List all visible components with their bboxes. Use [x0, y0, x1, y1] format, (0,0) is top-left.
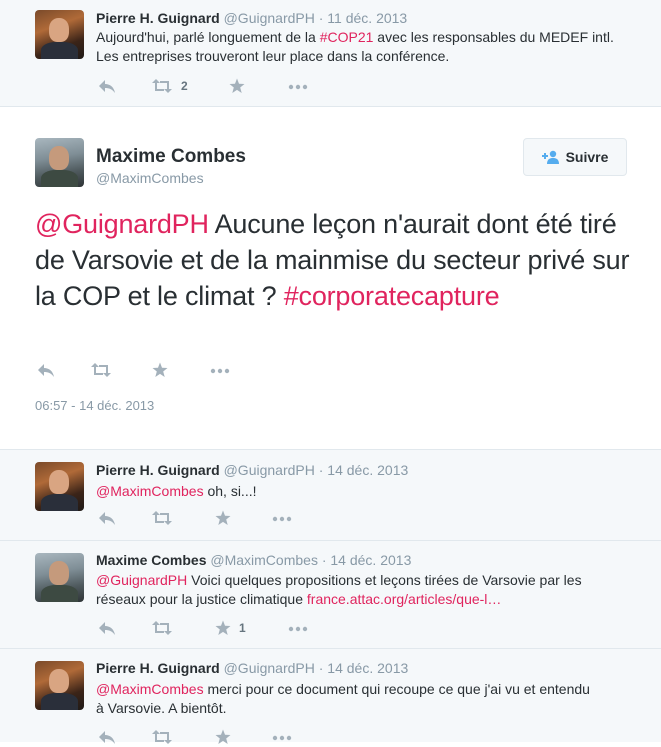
- tweet-3[interactable]: Pierre H. Guignard @GuignardPH · 14 déc.…: [0, 450, 661, 541]
- retweet-icon[interactable]: [152, 78, 172, 94]
- reply-icon[interactable]: [37, 362, 55, 378]
- reply-icon[interactable]: [98, 510, 116, 526]
- hashtag-link[interactable]: #corporatecapture: [284, 281, 500, 311]
- more-icon[interactable]: [288, 78, 308, 94]
- tweet-date[interactable]: · 14 déc. 2013: [322, 552, 412, 568]
- retweet-icon[interactable]: [91, 362, 111, 378]
- favorite-icon[interactable]: [215, 729, 231, 745]
- mention-link[interactable]: @GuignardPH: [35, 209, 209, 239]
- reply-icon[interactable]: [98, 729, 116, 745]
- url-link[interactable]: france.attac.org/articles/que-l…: [307, 591, 502, 607]
- author-handle[interactable]: @GuignardPH: [224, 10, 315, 26]
- tweet-text: @MaximCombes merci pour ce document qui …: [96, 681, 590, 716]
- reply-icon[interactable]: [98, 620, 116, 636]
- favorite-icon[interactable]: [215, 620, 231, 636]
- author-handle[interactable]: @GuignardPH: [224, 462, 315, 478]
- tweet-text: @MaximCombes oh, si...!: [96, 483, 257, 499]
- reply-icon[interactable]: [98, 78, 116, 94]
- author-handle[interactable]: @MaximCombes: [210, 552, 318, 568]
- tweet-header: Pierre H. Guignard @GuignardPH · 14 déc.…: [96, 462, 408, 478]
- author-name[interactable]: Maxime Combes: [96, 552, 206, 568]
- tweet-5[interactable]: Pierre H. Guignard @GuignardPH · 14 déc.…: [0, 649, 661, 744]
- favorite-icon[interactable]: [152, 362, 168, 378]
- mention-link[interactable]: @MaximCombes: [96, 483, 204, 499]
- retweet-icon[interactable]: [152, 620, 172, 636]
- more-icon[interactable]: [272, 510, 292, 526]
- favorite-icon[interactable]: [215, 510, 231, 526]
- favorite-icon[interactable]: [229, 78, 245, 94]
- avatar[interactable]: [35, 462, 84, 511]
- retweet-icon[interactable]: [152, 510, 172, 526]
- avatar[interactable]: [35, 10, 84, 59]
- tweet-actions: [96, 729, 326, 747]
- retweet-icon[interactable]: [152, 729, 172, 745]
- avatar[interactable]: [35, 553, 84, 602]
- author-name[interactable]: Maxime Combes: [96, 146, 246, 168]
- tweet-4[interactable]: Maxime Combes @MaximCombes · 14 déc. 201…: [0, 541, 661, 649]
- tweet-1[interactable]: Pierre H. Guignard @GuignardPH · 11 déc.…: [0, 0, 661, 107]
- tweet-text: @GuignardPH Aucune leçon n'aurait dont é…: [35, 209, 630, 311]
- tweet-header: Pierre H. Guignard @GuignardPH · 11 déc.…: [96, 10, 407, 26]
- tweet-actions: [35, 362, 265, 380]
- favorite-count: 1: [239, 621, 246, 635]
- author-name[interactable]: Pierre H. Guignard: [96, 660, 220, 676]
- tweet-actions: 2: [96, 78, 326, 96]
- tweet-header: Pierre H. Guignard @GuignardPH · 14 déc.…: [96, 660, 408, 676]
- retweet-count: 2: [181, 79, 188, 93]
- tweet-date[interactable]: · 14 déc. 2013: [319, 462, 409, 478]
- more-icon[interactable]: [272, 729, 292, 745]
- avatar[interactable]: [35, 661, 84, 710]
- tweet-date[interactable]: · 11 déc. 2013: [319, 10, 407, 26]
- mention-link[interactable]: @MaximCombes: [96, 681, 204, 697]
- tweet-date[interactable]: · 14 déc. 2013: [319, 660, 409, 676]
- author-handle[interactable]: @MaximCombes: [96, 170, 204, 186]
- avatar[interactable]: [35, 138, 84, 187]
- tweet-text: Aujourd'hui, parlé longuement de la #COP…: [96, 29, 614, 64]
- tweet-header: Maxime Combes @MaximCombes · 14 déc. 201…: [96, 552, 411, 568]
- author-handle[interactable]: @GuignardPH: [224, 660, 315, 676]
- more-icon[interactable]: [288, 620, 308, 636]
- hashtag-link[interactable]: #COP21: [320, 29, 374, 45]
- tweet-actions: [96, 510, 326, 528]
- author-name[interactable]: Pierre H. Guignard: [96, 462, 220, 478]
- mention-link[interactable]: @GuignardPH: [96, 572, 187, 588]
- follow-button[interactable]: Suivre: [523, 138, 627, 176]
- tweet-actions: 1: [96, 620, 326, 638]
- tweet-timestamp[interactable]: 06:57 - 14 déc. 2013: [35, 398, 154, 413]
- follow-icon: [541, 150, 560, 164]
- more-icon[interactable]: [210, 362, 230, 378]
- tweet-text: @GuignardPH Voici quelques propositions …: [96, 572, 582, 607]
- follow-label: Suivre: [565, 149, 609, 165]
- author-name[interactable]: Pierre H. Guignard: [96, 10, 220, 26]
